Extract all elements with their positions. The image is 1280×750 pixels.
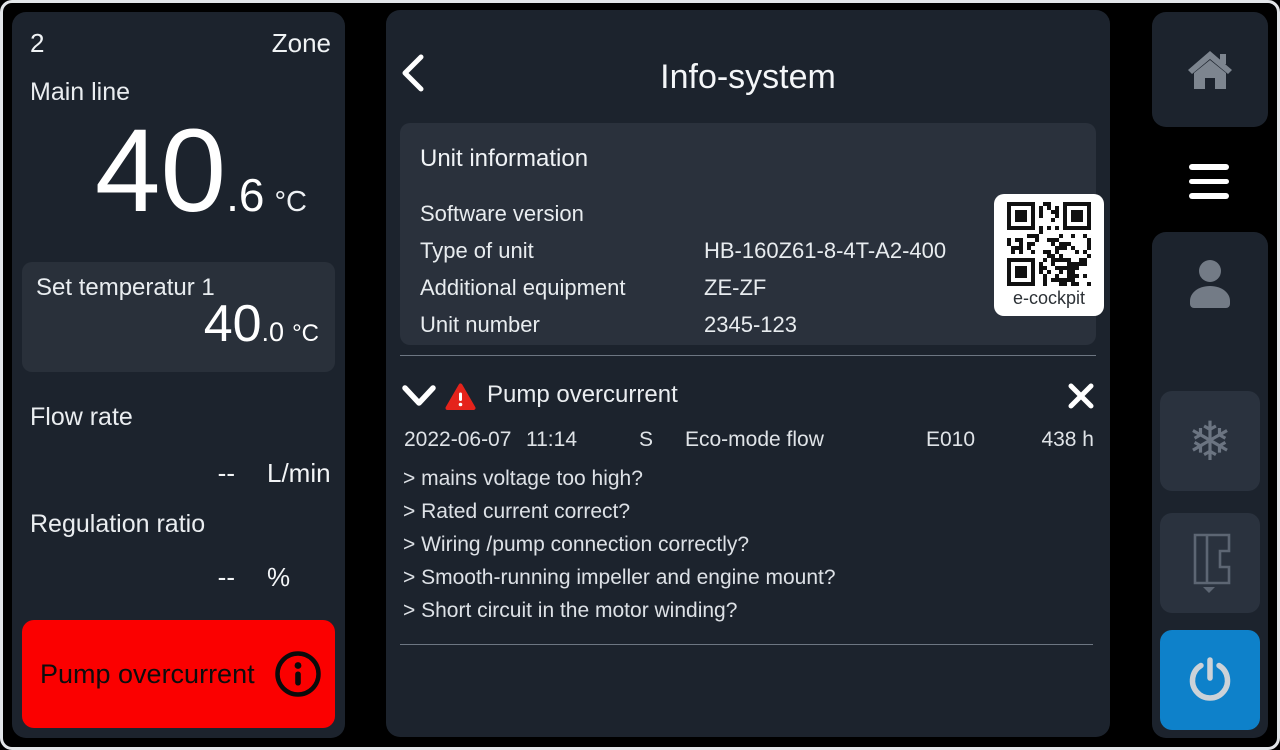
flow-rate-value: -- L/min — [12, 458, 337, 489]
flow-rate-label: Flow rate — [30, 403, 133, 432]
sidebar-group: ❄ — [1152, 232, 1268, 738]
alarm-mode: Eco-mode flow — [685, 428, 926, 452]
sidebar-item-home[interactable] — [1152, 12, 1268, 127]
hmi-screen: 2 Zone Main line 40 .6 °C Set temperatur… — [0, 0, 1280, 750]
mold-icon — [1187, 532, 1233, 594]
alarm-checklist: > mains voltage too high? > Rated curren… — [403, 462, 836, 627]
alarm-date: 2022-06-07 — [404, 428, 526, 452]
alarm-error-code: E010 — [926, 428, 1041, 452]
power-button[interactable] — [1160, 630, 1260, 730]
page-title: Info-system — [386, 58, 1110, 97]
set-temperature-label: Set temperatur 1 — [36, 274, 215, 302]
sidebar-item-mold[interactable] — [1160, 513, 1260, 613]
close-icon[interactable] — [1067, 382, 1095, 410]
unit-information-rows: Software version Type of unit HB-160Z61-… — [420, 195, 976, 343]
info-system-panel: Info-system Unit information Software ve… — [386, 10, 1110, 737]
list-item: > Short circuit in the motor winding? — [403, 594, 836, 627]
alarm-operating-hours: 438 h — [1041, 428, 1094, 452]
zone-header: 2 Zone — [30, 28, 331, 59]
table-row: Additional equipment ZE-ZF — [420, 269, 976, 306]
temp-integer: 40 — [95, 112, 226, 230]
table-row: Type of unit HB-160Z61-8-4T-A2-400 — [420, 232, 976, 269]
qr-code-card: e-cockpit — [994, 194, 1104, 316]
main-line-label: Main line — [30, 78, 130, 107]
info-icon — [273, 649, 323, 699]
regulation-ratio-value: -- % — [12, 562, 337, 593]
home-icon — [1186, 49, 1234, 91]
snowflake-icon: ❄ — [1187, 410, 1232, 473]
temp-decimal: .6 — [226, 172, 264, 218]
list-item: > Smooth-running impeller and engine mou… — [403, 561, 836, 594]
set-temperature-card[interactable]: Set temperatur 1 40 .0 °C — [22, 262, 335, 372]
alarm-banner-label: Pump overcurrent — [40, 659, 255, 690]
qr-code-label: e-cockpit — [1013, 288, 1085, 309]
zone-label: Zone — [272, 28, 331, 59]
chevron-down-icon[interactable] — [402, 385, 436, 407]
zone-status-panel: 2 Zone Main line 40 .6 °C Set temperatur… — [12, 12, 345, 738]
alarm-time: 11:14 — [526, 428, 639, 452]
table-row: Software version — [420, 195, 976, 232]
sidebar-item-user[interactable] — [1152, 232, 1268, 342]
list-item: > Wiring /pump connection correctly? — [403, 528, 836, 561]
temp-unit: °C — [274, 188, 307, 217]
warning-icon — [445, 383, 476, 411]
alarm-title: Pump overcurrent — [487, 381, 678, 409]
section-divider — [400, 644, 1093, 645]
power-icon — [1186, 656, 1234, 704]
menu-icon — [1189, 164, 1229, 199]
alarm-entry-header: Pump overcurrent — [402, 378, 1095, 416]
zone-number: 2 — [30, 28, 44, 59]
user-icon — [1185, 258, 1235, 316]
list-item: > mains voltage too high? — [403, 462, 836, 495]
set-temperature-value: 40 .0 °C — [204, 298, 319, 350]
list-item: > Rated current correct? — [403, 495, 836, 528]
qr-code — [1006, 202, 1092, 286]
sidebar-item-cooling[interactable]: ❄ — [1160, 391, 1260, 491]
alarm-detail-row: 2022-06-07 11:14 S Eco-mode flow E010 43… — [404, 428, 1094, 452]
table-row: Unit number 2345-123 — [420, 306, 976, 343]
unit-information-title: Unit information — [420, 145, 588, 173]
alarm-banner-button[interactable]: Pump overcurrent — [22, 620, 335, 728]
section-divider — [400, 355, 1096, 356]
sidebar-item-menu[interactable] — [1141, 130, 1268, 233]
main-line-temperature: 40 .6 °C — [12, 112, 307, 230]
alarm-class: S — [639, 428, 685, 452]
unit-information-section: Unit information Software version Type o… — [400, 123, 1096, 345]
regulation-ratio-label: Regulation ratio — [30, 510, 205, 539]
